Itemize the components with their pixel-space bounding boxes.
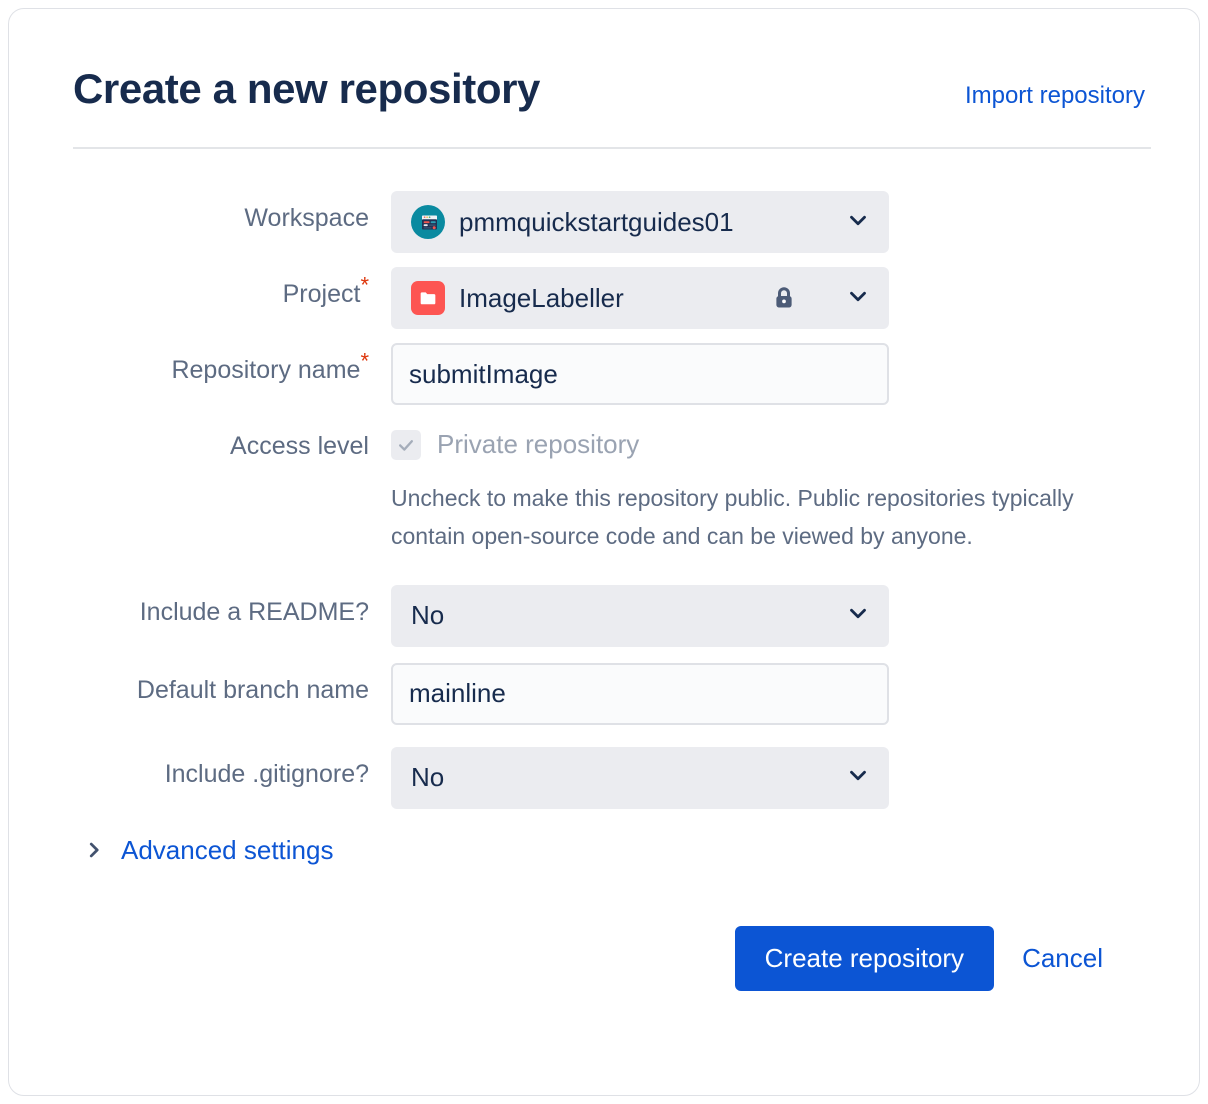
workspace-avatar-icon <box>411 205 445 239</box>
private-repository-label: Private repository <box>437 429 639 460</box>
workspace-label: Workspace <box>73 191 391 234</box>
create-repository-card: Create a new repository Import repositor… <box>8 8 1200 1096</box>
default-branch-row: Default branch name mainline <box>73 663 1145 725</box>
include-gitignore-value: No <box>411 762 835 793</box>
access-level-label: Access level <box>73 419 391 462</box>
cancel-button[interactable]: Cancel <box>1020 939 1105 978</box>
chevron-down-icon <box>845 283 871 314</box>
create-repository-page: Create a new repository Import repositor… <box>0 0 1208 1104</box>
repository-name-row: Repository name* submitImage <box>73 343 1145 405</box>
page-title: Create a new repository <box>73 65 540 113</box>
include-gitignore-label: Include .gitignore? <box>73 747 391 790</box>
project-label: Project* <box>73 267 391 310</box>
project-value: ImageLabeller <box>459 283 769 314</box>
header: Create a new repository Import repositor… <box>73 65 1145 113</box>
include-readme-label: Include a README? <box>73 585 391 628</box>
repository-name-input[interactable]: submitImage <box>391 343 889 405</box>
check-icon <box>396 435 416 455</box>
create-repository-button[interactable]: Create repository <box>735 926 994 991</box>
project-select[interactable]: ImageLabeller <box>391 267 889 329</box>
workspace-row: Workspace <box>73 191 1145 253</box>
private-repository-checkbox-line[interactable]: Private repository <box>391 419 1145 460</box>
repository-name-required-marker: * <box>360 349 369 374</box>
lock-icon <box>769 283 799 313</box>
create-repository-form: Workspace <box>73 191 1145 991</box>
project-label-text: Project <box>283 280 361 308</box>
workspace-value: pmmquickstartguides01 <box>459 207 835 238</box>
project-row: Project* ImageLabeller <box>73 267 1145 329</box>
project-avatar-icon <box>411 281 445 315</box>
workspace-select[interactable]: pmmquickstartguides01 <box>391 191 889 253</box>
chevron-down-icon <box>845 207 871 238</box>
header-divider <box>73 147 1151 149</box>
project-required-marker: * <box>360 273 369 298</box>
private-repository-checkbox[interactable] <box>391 430 421 460</box>
access-level-row: Access level Private repository Uncheck … <box>73 419 1145 555</box>
access-level-help-text: Uncheck to make this repository public. … <box>391 480 1081 555</box>
import-repository-link[interactable]: Import repository <box>965 82 1145 110</box>
default-branch-input[interactable]: mainline <box>391 663 889 725</box>
form-footer: Create repository Cancel <box>73 926 1145 991</box>
include-readme-select[interactable]: No <box>391 585 889 647</box>
include-readme-row: Include a README? No <box>73 585 1145 647</box>
include-gitignore-row: Include .gitignore? No <box>73 747 1145 809</box>
repository-name-label: Repository name* <box>73 343 391 386</box>
advanced-settings-label: Advanced settings <box>121 835 333 866</box>
advanced-settings-toggle[interactable]: Advanced settings <box>83 835 333 866</box>
include-gitignore-select[interactable]: No <box>391 747 889 809</box>
chevron-right-icon <box>83 839 105 861</box>
chevron-down-icon <box>845 600 871 631</box>
include-readme-value: No <box>411 600 835 631</box>
default-branch-label: Default branch name <box>73 663 391 706</box>
chevron-down-icon <box>845 762 871 793</box>
repository-name-label-text: Repository name <box>171 356 360 384</box>
